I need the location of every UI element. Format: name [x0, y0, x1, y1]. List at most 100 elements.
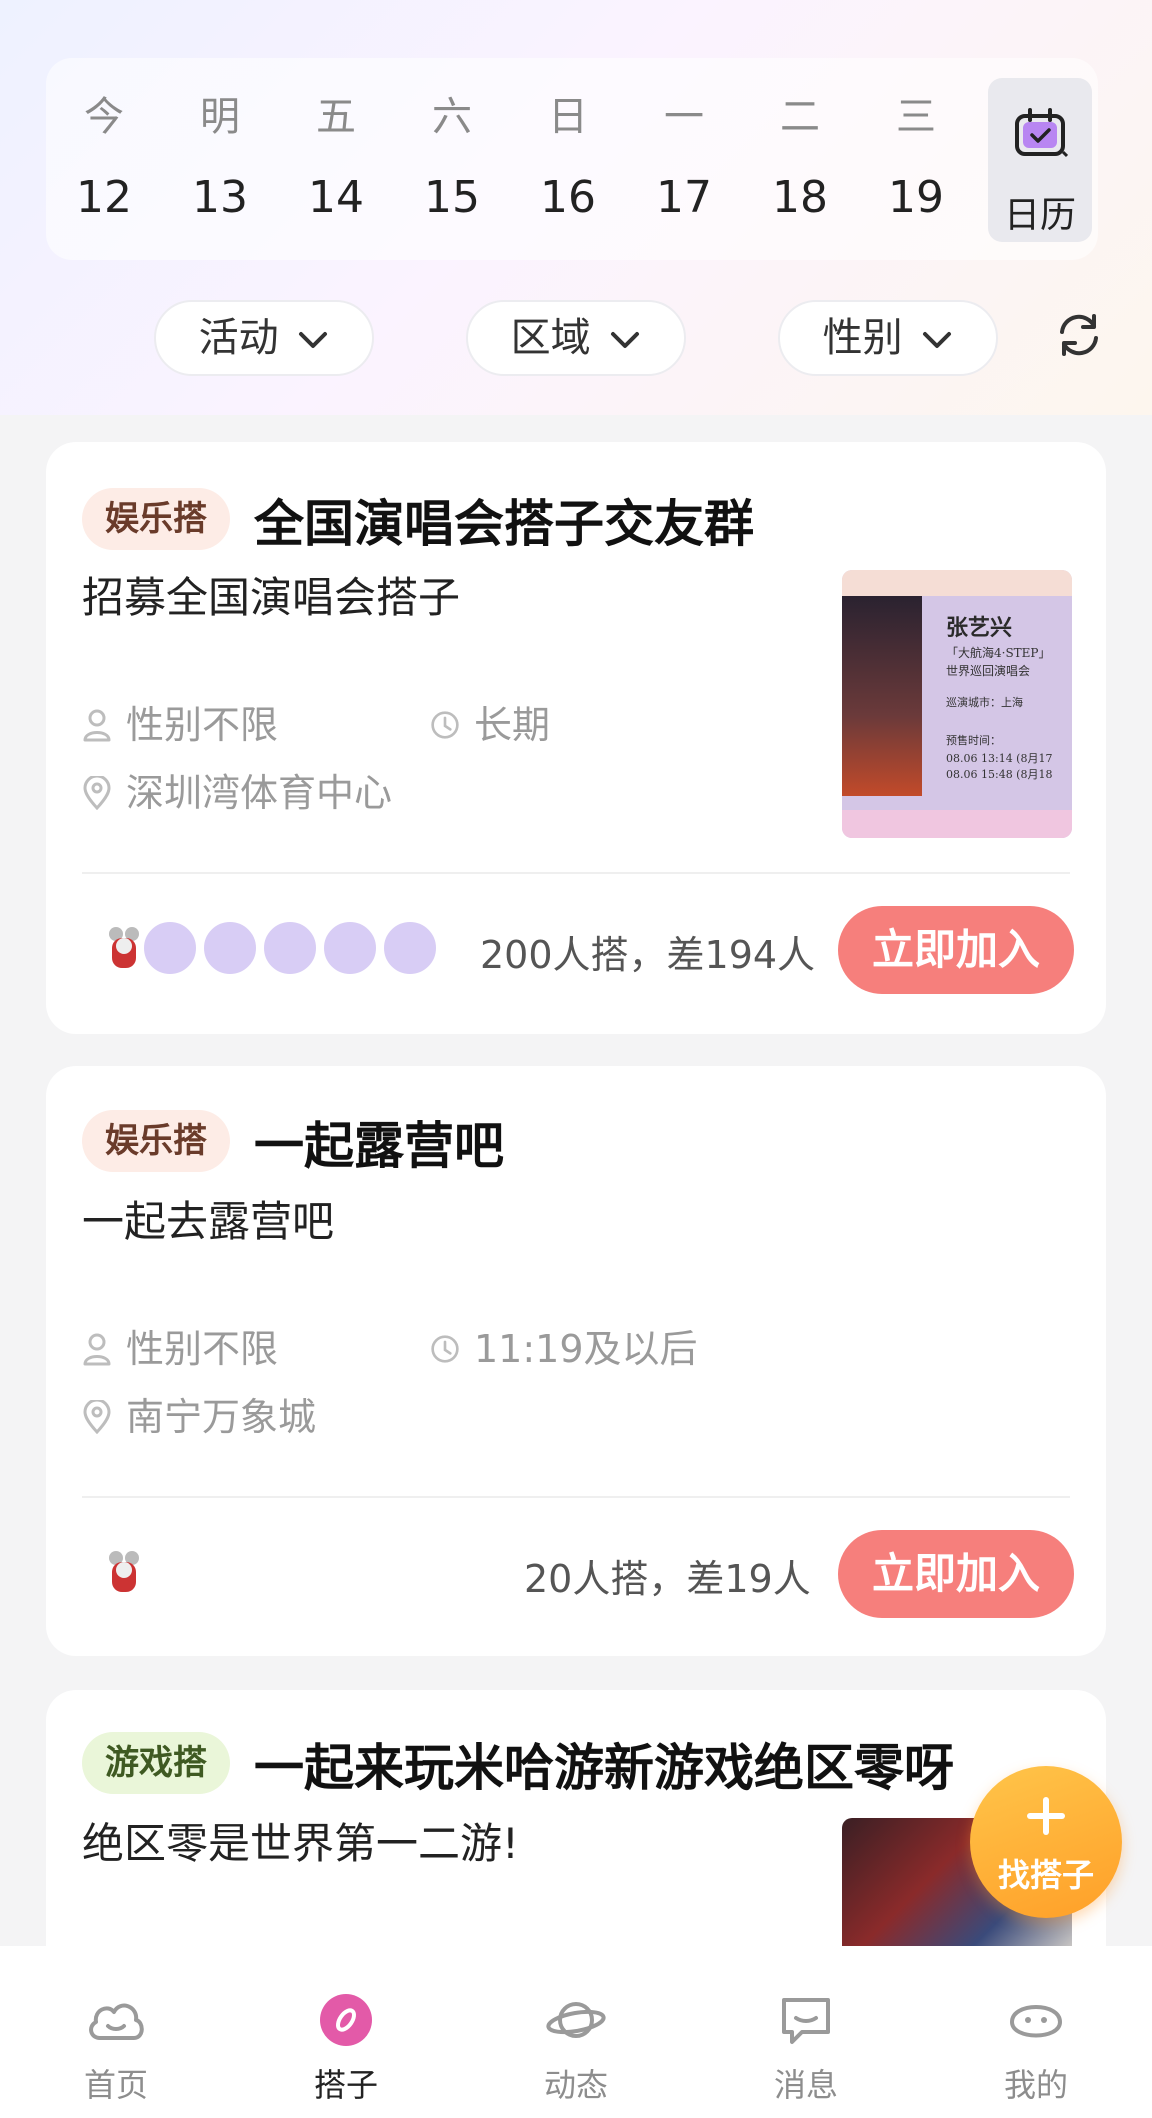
- chevron-down-icon: [299, 332, 328, 348]
- weekday-label: 今: [84, 94, 124, 140]
- participant-count: 200人搭，差194人: [480, 933, 816, 977]
- location-pin-icon: [83, 1398, 111, 1434]
- category-tag: 游戏搭: [82, 1732, 230, 1794]
- category-tag: 娱乐搭: [82, 488, 230, 550]
- gender-filter[interactable]: 性别: [778, 300, 998, 376]
- mascot-avatar: [96, 1544, 152, 1600]
- date-item[interactable]: 六 15: [394, 58, 510, 260]
- profile-icon: [1009, 2005, 1063, 2038]
- date-label: 16: [540, 172, 596, 223]
- refresh-icon[interactable]: [1054, 310, 1104, 360]
- join-button[interactable]: 立即加入: [838, 906, 1074, 994]
- nav-label: 我的: [1003, 2066, 1068, 2104]
- time-text: 11:19及以后: [474, 1327, 698, 1371]
- paw-avatar: [382, 920, 438, 976]
- partner-icon: [320, 1994, 372, 2046]
- weekday-label: 明: [200, 94, 240, 140]
- nav-item-feed[interactable]: 动态: [496, 1946, 656, 2118]
- nav-item-partner[interactable]: 搭子: [266, 1946, 426, 2118]
- date-item[interactable]: 明 13: [162, 58, 278, 260]
- paw-avatar: [322, 920, 378, 976]
- date-selector: 今 12 明 13 五 14 六 15 日 16 一 17 二 18 三 19: [46, 58, 1098, 260]
- activity-card[interactable]: 娱乐搭 全国演唱会搭子交友群 招募全国演唱会搭子 性别不限 长期 深圳湾体育中心…: [46, 442, 1106, 1034]
- concert-poster-image: 张艺兴 「大航海4·STEP」 世界巡回演唱会 巡演城市：上海 预售时间： 08…: [842, 570, 1072, 838]
- location-meta: 南宁万象城: [82, 1386, 316, 1441]
- date-label: 19: [888, 172, 944, 223]
- card-description: 一起去露营吧: [82, 1197, 335, 1246]
- date-item[interactable]: 一 17: [626, 58, 742, 260]
- gender-meta: 性别不限: [82, 694, 278, 749]
- weekday-label: 日: [548, 94, 588, 140]
- gender-filter-label: 性别: [822, 315, 903, 361]
- location-meta: 深圳湾体育中心: [82, 762, 392, 817]
- chevron-down-icon: [923, 332, 952, 348]
- activity-card[interactable]: 游戏搭 一起来玩米哈游新游戏绝区零呀 绝区零是世界第一二游!: [46, 1690, 1106, 1990]
- location-text: 南宁万象城: [126, 1395, 317, 1439]
- activity-filter[interactable]: 活动: [154, 300, 374, 376]
- date-item[interactable]: 日 16: [510, 58, 626, 260]
- join-button[interactable]: 立即加入: [838, 1530, 1074, 1618]
- fab-label: 找搭子: [997, 1856, 1094, 1894]
- date-label: 17: [656, 172, 712, 223]
- poster-text: 08.06 13:14 (8月17: [946, 752, 1053, 765]
- find-partner-button[interactable]: 找搭子: [970, 1766, 1122, 1918]
- gender-meta: 性别不限: [82, 1318, 278, 1373]
- nav-label: 首页: [83, 2066, 148, 2104]
- poster-text: 世界巡回演唱会: [946, 664, 1031, 678]
- paw-avatar: [202, 920, 258, 976]
- paw-avatar: [142, 920, 198, 976]
- weekday-label: 一: [664, 94, 704, 140]
- chevron-down-icon: [611, 332, 640, 348]
- card-description: 绝区零是世界第一二游!: [82, 1819, 519, 1868]
- date-label: 15: [424, 172, 480, 223]
- weekday-label: 六: [432, 94, 472, 140]
- paw-avatar: [262, 920, 318, 976]
- portrait-photo: [842, 596, 922, 796]
- date-label: 14: [308, 172, 364, 223]
- activity-filter-label: 活动: [198, 315, 279, 361]
- location-text: 深圳湾体育中心: [126, 771, 393, 815]
- date-item[interactable]: 今 12: [46, 58, 162, 260]
- divider: [82, 872, 1070, 874]
- poster-text: 巡演城市：上海: [946, 696, 1023, 709]
- clock-icon: [431, 1334, 459, 1363]
- date-item[interactable]: 二 18: [742, 58, 858, 260]
- nav-label: 动态: [543, 2066, 608, 2104]
- card-description: 招募全国演唱会搭子: [82, 573, 461, 622]
- nav-item-messages[interactable]: 消息: [726, 1946, 886, 2118]
- home-cloud-icon: [89, 2003, 144, 2040]
- weekday-label: 二: [780, 94, 820, 140]
- plus-icon: [1027, 1797, 1065, 1835]
- location-pin-icon: [83, 774, 111, 810]
- weekday-label: 三: [896, 94, 936, 140]
- date-label: 12: [76, 172, 132, 223]
- activity-card[interactable]: 娱乐搭 一起露营吧 一起去露营吧 性别不限 11:19及以后 南宁万象城 20人…: [46, 1066, 1106, 1656]
- person-icon: [83, 1333, 111, 1365]
- poster-text: 预售时间：: [946, 734, 1001, 747]
- clock-icon: [431, 710, 459, 739]
- date-label: 18: [772, 172, 828, 223]
- participant-count: 20人搭，差19人: [524, 1557, 811, 1601]
- poster-artist: 张艺兴: [946, 615, 1013, 641]
- card-title: 一起来玩米哈游新游戏绝区零呀: [254, 1739, 954, 1797]
- calendar-button[interactable]: 日历: [988, 78, 1092, 242]
- weekday-label: 五: [316, 94, 356, 140]
- region-filter-label: 区域: [510, 315, 591, 361]
- time-text: 长期: [474, 703, 551, 747]
- date-item[interactable]: 三 19: [858, 58, 974, 260]
- card-title: 全国演唱会搭子交友群: [254, 495, 754, 553]
- person-icon: [83, 709, 111, 741]
- card-title: 一起露营吧: [254, 1117, 504, 1175]
- poster-text: 08.06 15:48 (8月18: [946, 768, 1053, 781]
- poster-text: 「大航海4·STEP」: [946, 646, 1051, 660]
- divider: [82, 1496, 1070, 1498]
- calendar-label: 日历: [1003, 195, 1076, 236]
- date-label: 13: [192, 172, 248, 223]
- category-tag: 娱乐搭: [82, 1110, 230, 1172]
- nav-item-profile[interactable]: 我的: [956, 1946, 1116, 2118]
- time-meta: 11:19及以后: [430, 1318, 698, 1373]
- region-filter[interactable]: 区域: [466, 300, 686, 376]
- nav-label: 消息: [773, 2066, 838, 2104]
- date-item[interactable]: 五 14: [278, 58, 394, 260]
- nav-item-home[interactable]: 首页: [36, 1946, 196, 2118]
